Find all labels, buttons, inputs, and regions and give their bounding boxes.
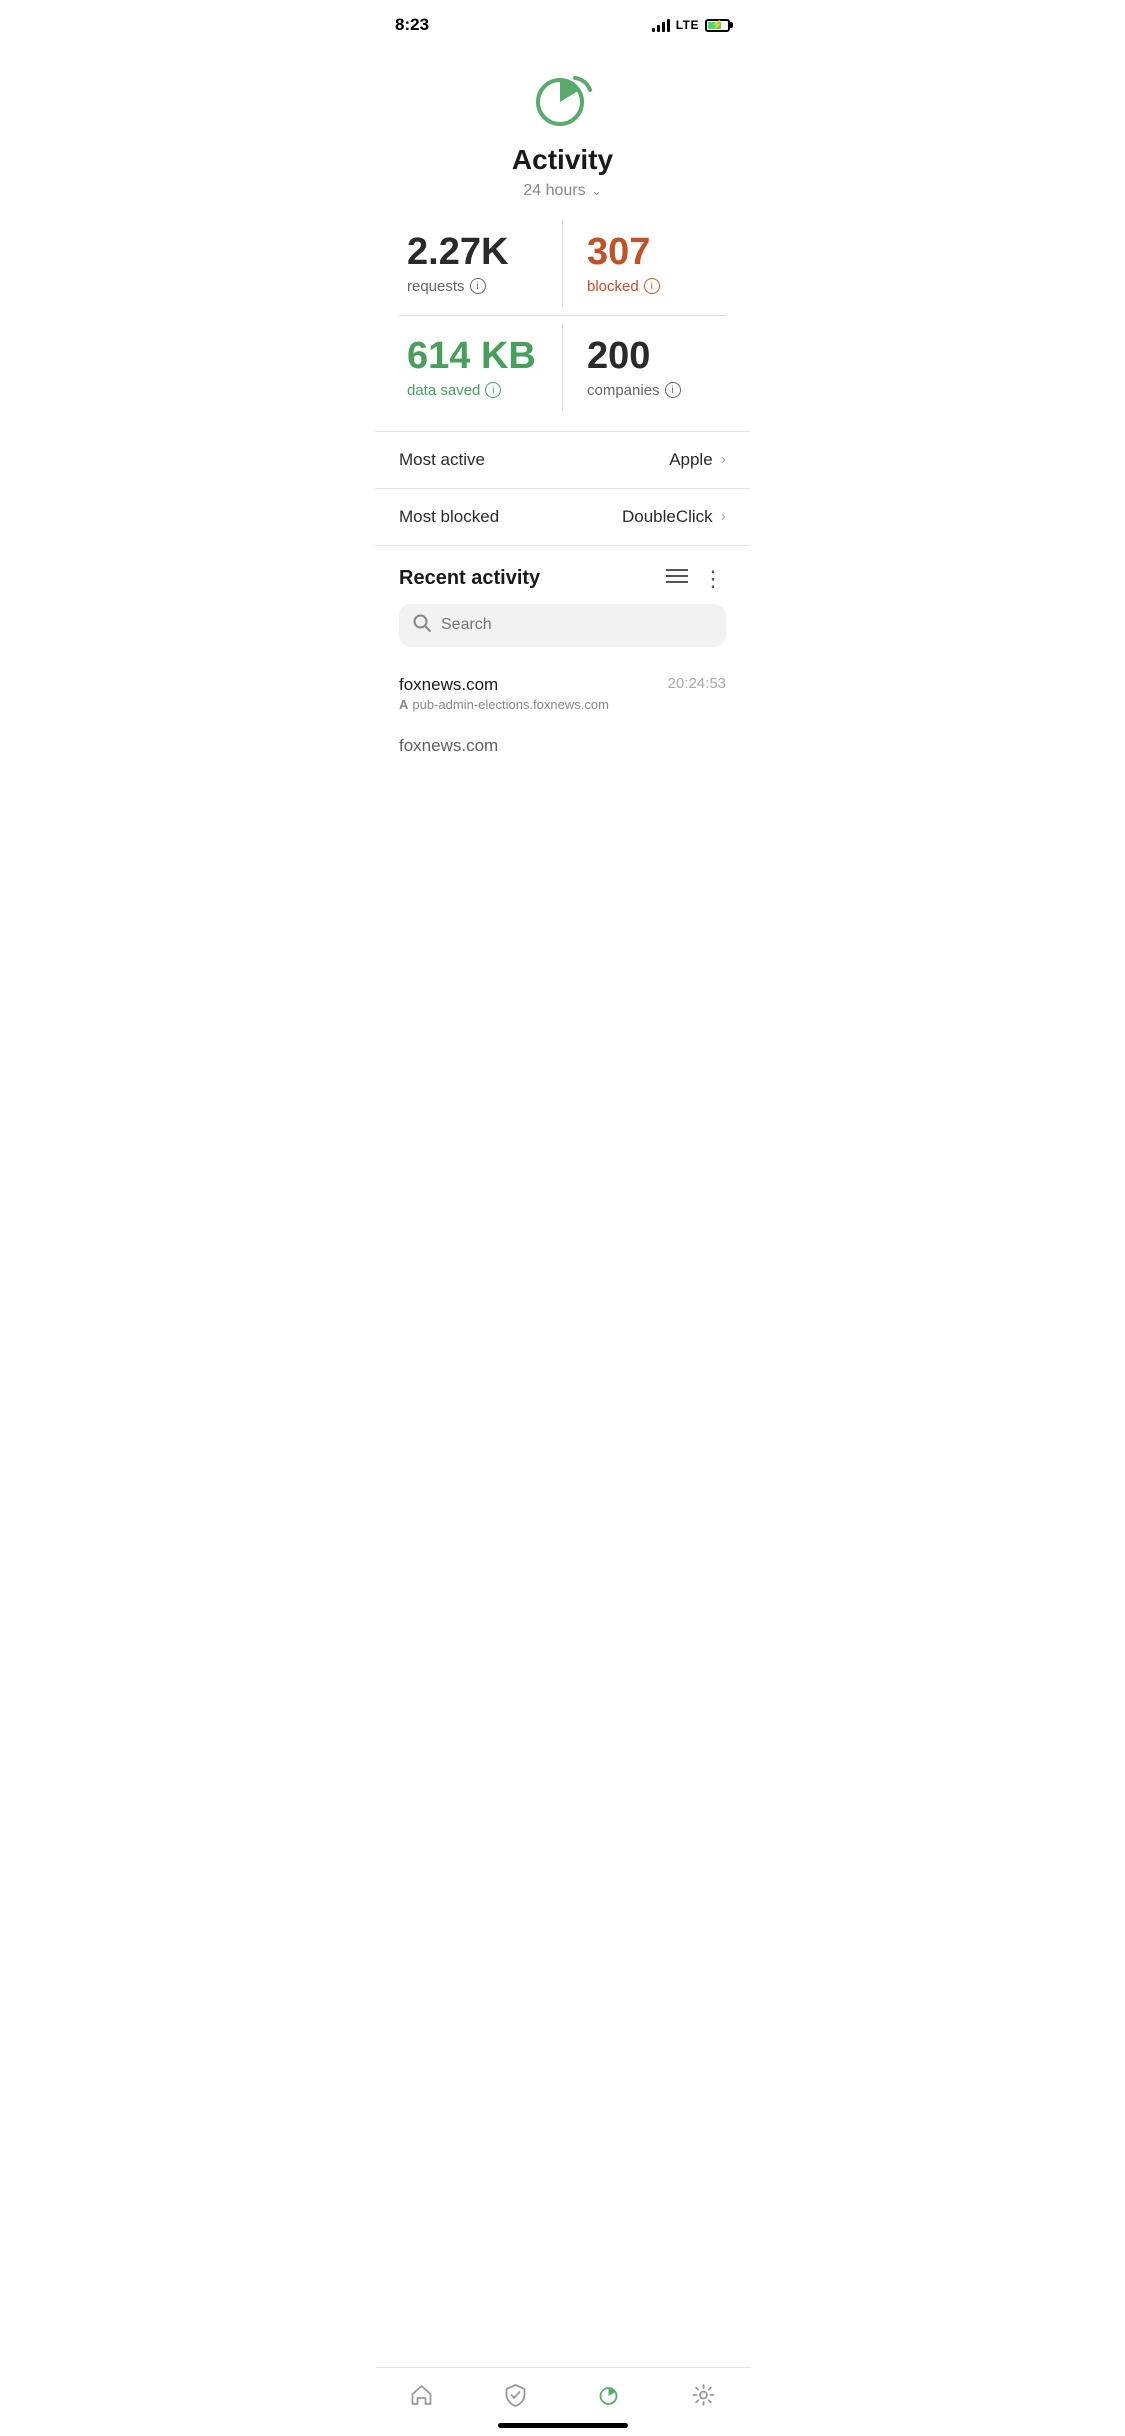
activity-time: 20:24:53 xyxy=(668,675,726,692)
nav-shield[interactable] xyxy=(487,2378,545,2412)
blocked-label: blocked i xyxy=(587,278,718,295)
companies-label: companies i xyxy=(587,382,718,399)
most-blocked-value: DoubleClick xyxy=(622,507,713,527)
status-bar: 8:23 LTE ⚡ xyxy=(375,0,750,44)
stats-grid: 2.27K requests i 307 blocked i 614 KB da… xyxy=(399,220,726,411)
header-section: Activity 24 hours ⌄ xyxy=(399,64,726,200)
most-active-value: Apple xyxy=(669,450,712,470)
search-input[interactable] xyxy=(441,616,712,634)
chevron-right-icon-2: › xyxy=(721,508,726,526)
nav-activity[interactable] xyxy=(580,2378,638,2412)
shield-icon xyxy=(503,2382,529,2408)
companies-info-icon[interactable]: i xyxy=(665,382,681,398)
requests-label: requests i xyxy=(407,278,554,295)
activity-item-2-left: foxnews.com xyxy=(399,736,726,754)
filter-icon[interactable] xyxy=(666,567,688,591)
page-title: Activity xyxy=(512,144,613,176)
requests-value: 2.27K xyxy=(407,232,554,274)
most-blocked-row[interactable]: Most blocked DoubleClick › xyxy=(399,489,726,545)
chevron-down-icon: ⌄ xyxy=(592,184,602,198)
horizontal-divider xyxy=(399,315,726,316)
recent-activity-title: Recent activity xyxy=(399,567,540,590)
search-icon xyxy=(413,614,431,637)
more-options-icon[interactable]: ⋮ xyxy=(702,566,726,592)
blocked-value: 307 xyxy=(587,232,718,274)
activity-domain-2: foxnews.com xyxy=(399,736,726,754)
activity-item[interactable]: foxnews.com A pub-admin-elections.foxnew… xyxy=(399,663,726,724)
companies-value: 200 xyxy=(587,336,718,378)
data-saved-value: 614 KB xyxy=(407,336,554,378)
home-icon xyxy=(409,2382,435,2408)
section-actions: ⋮ xyxy=(666,566,726,592)
recent-activity-header: Recent activity ⋮ xyxy=(399,546,726,604)
lte-label: LTE xyxy=(676,18,699,32)
signal-bars-icon xyxy=(652,18,670,32)
pie-chart-icon xyxy=(528,64,598,134)
status-time: 8:23 xyxy=(395,15,429,35)
search-bar[interactable] xyxy=(399,604,726,647)
data-saved-stat: 614 KB data saved i xyxy=(399,324,562,411)
gear-icon xyxy=(690,2382,716,2408)
most-active-row[interactable]: Most active Apple › xyxy=(399,432,726,488)
most-active-label: Most active xyxy=(399,450,485,470)
requests-stat: 2.27K requests i xyxy=(399,220,562,307)
main-content: Activity 24 hours ⌄ 2.27K requests i 307… xyxy=(375,44,750,754)
time-filter-button[interactable]: 24 hours ⌄ xyxy=(523,182,601,200)
most-blocked-label: Most blocked xyxy=(399,507,499,527)
most-blocked-right: DoubleClick › xyxy=(622,507,726,527)
chevron-right-icon: › xyxy=(721,451,726,469)
battery-icon: ⚡ xyxy=(705,19,730,32)
activity-subdomain: A pub-admin-elections.foxnews.com xyxy=(399,697,668,712)
nav-settings[interactable] xyxy=(674,2378,732,2412)
data-saved-info-icon[interactable]: i xyxy=(485,382,501,398)
activity-domain: foxnews.com xyxy=(399,675,668,695)
blocked-stat: 307 blocked i xyxy=(563,220,726,307)
blocked-info-icon[interactable]: i xyxy=(644,278,660,294)
home-indicator xyxy=(498,2423,628,2428)
activity-item-2[interactable]: foxnews.com xyxy=(399,724,726,754)
status-icons: LTE ⚡ xyxy=(652,18,730,32)
most-active-right: Apple › xyxy=(669,450,726,470)
activity-item-left: foxnews.com A pub-admin-elections.foxnew… xyxy=(399,675,668,712)
time-filter-label: 24 hours xyxy=(523,182,585,200)
requests-info-icon[interactable]: i xyxy=(470,278,486,294)
activity-chart-icon xyxy=(596,2382,622,2408)
companies-stat: 200 companies i xyxy=(563,324,726,411)
nav-home[interactable] xyxy=(393,2378,451,2412)
data-saved-label: data saved i xyxy=(407,382,554,399)
